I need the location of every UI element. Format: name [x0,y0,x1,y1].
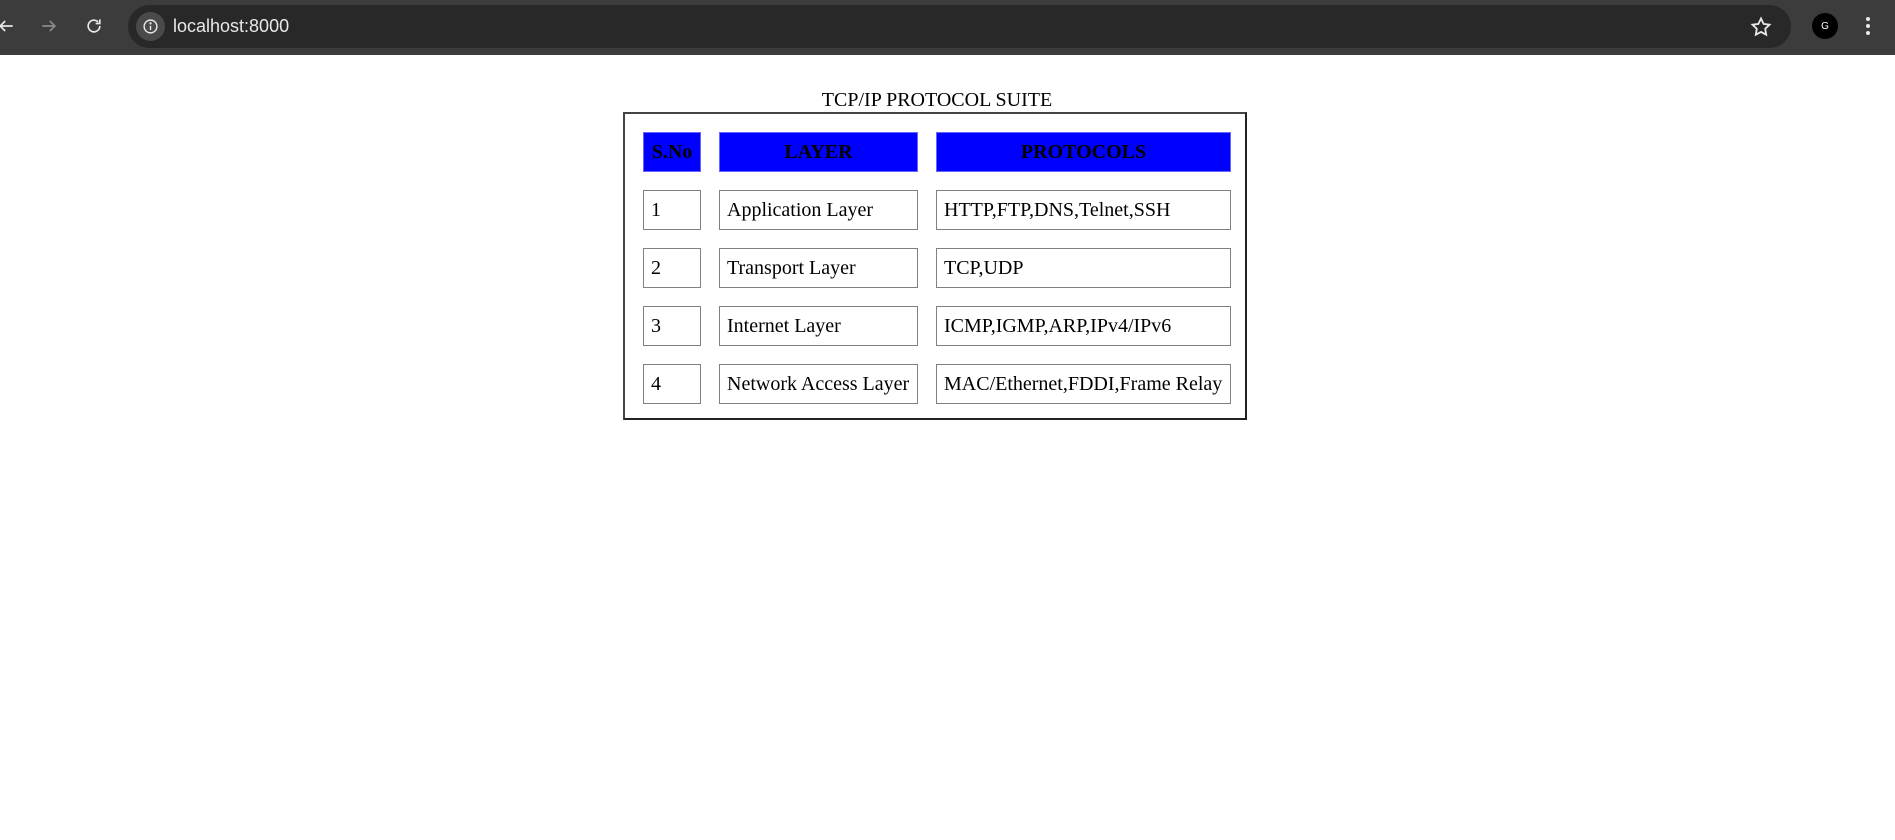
header-sno: S.No [643,132,701,172]
table-cell-layer: Internet Layer [719,306,918,346]
table-cell-protocols: TCP,UDP [936,248,1231,288]
table-cell-protocols: HTTP,FTP,DNS,Telnet,SSH [936,190,1231,230]
back-arrow-icon[interactable] [0,14,18,38]
table-cell-sno: 1 [643,190,701,230]
table-cell-layer: Application Layer [719,190,918,230]
bookmark-star-icon[interactable] [1749,15,1773,39]
protocol-table: S.No LAYER PROTOCOLS 1 Application Layer… [623,112,1247,420]
url-text[interactable]: localhost:8000 [173,16,289,37]
table-cell-protocols: MAC/Ethernet,FDDI,Frame Relay [936,364,1231,404]
kebab-menu-icon[interactable] [1860,14,1876,38]
table-cell-layer: Transport Layer [719,248,918,288]
address-bar[interactable]: localhost:8000 [128,5,1791,48]
reload-icon[interactable] [82,14,106,38]
header-layer: LAYER [719,132,918,172]
table-cell-sno: 4 [643,364,701,404]
profile-initial: G [1821,20,1829,32]
table-cell-sno: 2 [643,248,701,288]
site-info-icon[interactable] [136,12,165,41]
table-cell-protocols: ICMP,IGMP,ARP,IPv4/IPv6 [936,306,1231,346]
forward-arrow-icon[interactable] [37,14,61,38]
header-protocols: PROTOCOLS [936,132,1231,172]
table-cell-layer: Network Access Layer [719,364,918,404]
browser-toolbar: localhost:8000 G [0,0,1895,55]
table-cell-sno: 3 [643,306,701,346]
profile-avatar-icon[interactable]: G [1812,13,1838,39]
table-caption: TCP/IP PROTOCOL SUITE [821,89,1053,111]
